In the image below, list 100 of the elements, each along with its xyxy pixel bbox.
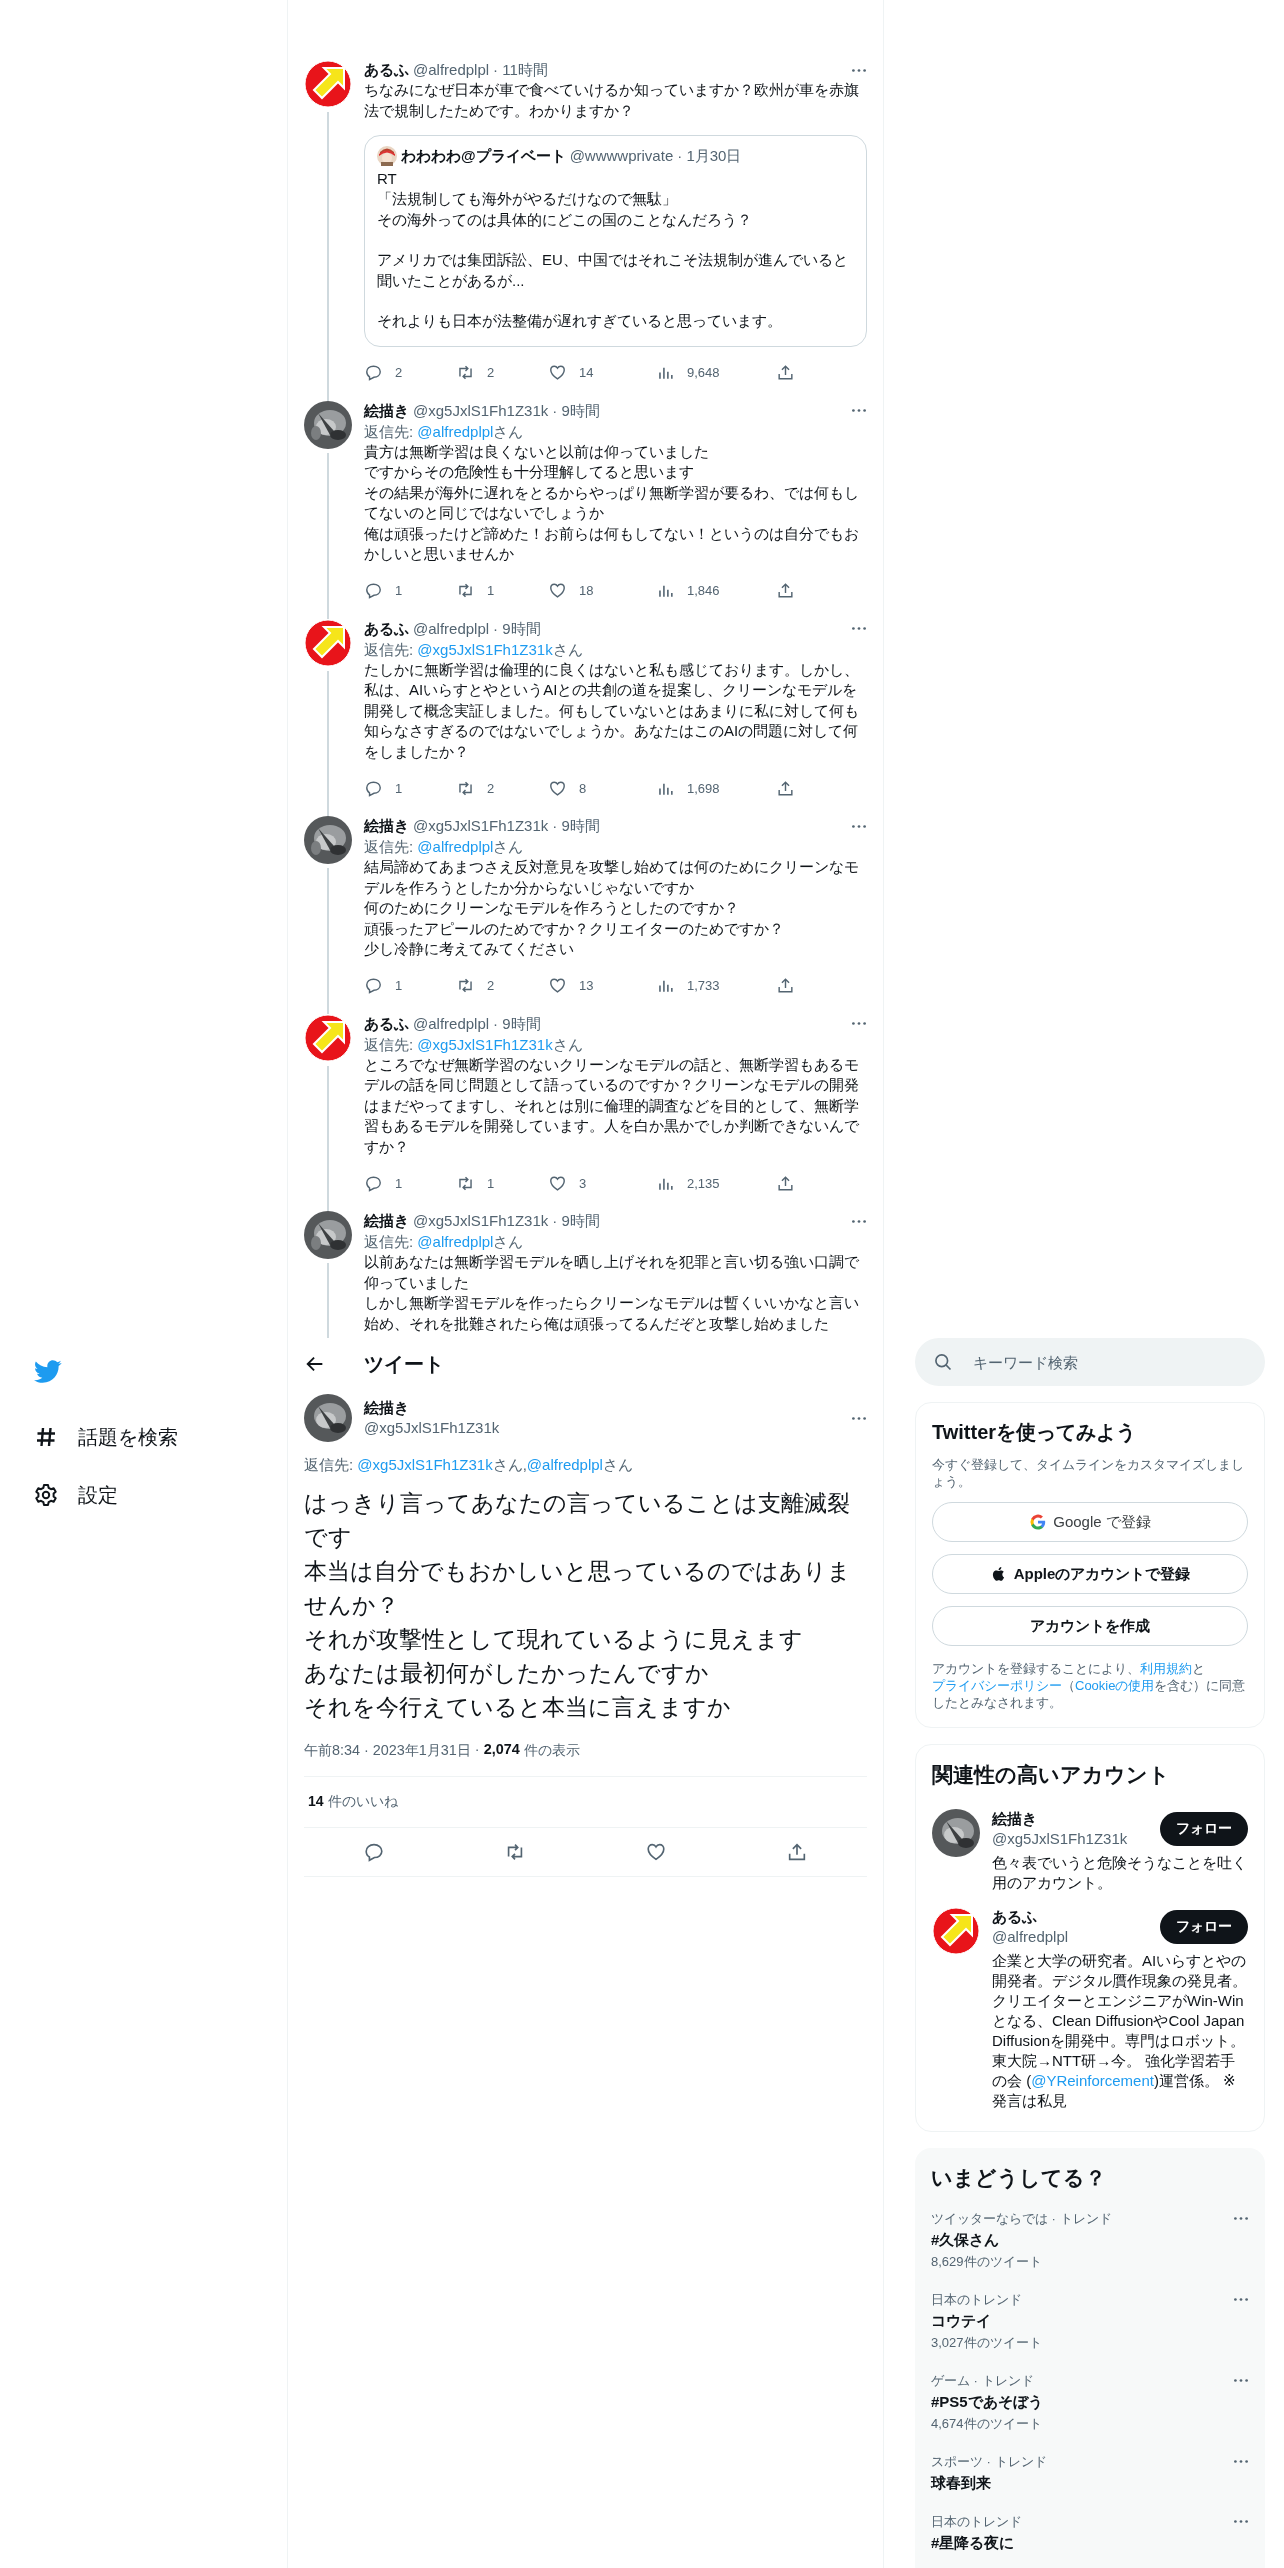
follow-button[interactable]: フォロー xyxy=(1160,1910,1248,1944)
more-icon[interactable] xyxy=(851,1218,867,1224)
heart-icon[interactable] xyxy=(548,778,567,798)
heart-icon[interactable] xyxy=(548,1173,567,1193)
more-icon[interactable] xyxy=(1233,2216,1249,2221)
quoted-tweet[interactable]: わわわわ@プライベート @wwwwprivate · 1月30日 RT 「法規制しても海外がやるだけなので無駄」 その海外ってのは具体的にどこの国のことなんだろう？ アメリカでは集団訴訟、EU、中国ではそれこそ法規制が進んでいると聞いたことがあるが... それよりも日本が法整備が遅れすぎていると思っています。 xyxy=(364,135,867,347)
account-handle[interactable]: @xg5JxlS1Fh1Z31k xyxy=(992,1829,1128,1849)
tweet-text-line: 貴方は無断学習は良くないと以前は仰っていました xyxy=(364,441,710,462)
reply-to-text: 返信先: @alfredplplさん xyxy=(364,421,525,442)
heart-icon[interactable] xyxy=(548,581,567,600)
more-icon[interactable] xyxy=(851,67,867,73)
nav-item[interactable]: 設定 xyxy=(34,1466,118,1524)
tweet-text-line: しかし無断学習モデルを作ったらクリーンなモデルは暫くいいかなと言い始め、それを批難されたら俺は頑張ってるんだぞと攻撃し始めました xyxy=(364,1293,860,1334)
share-icon[interactable] xyxy=(776,363,795,382)
author-name[interactable]: 絵描き xyxy=(364,816,409,836)
more-icon[interactable] xyxy=(1233,2459,1249,2464)
account-handle[interactable]: @alfredplpl xyxy=(992,1927,1069,1947)
author-name[interactable]: 絵描き xyxy=(364,400,409,421)
search-field[interactable]: キーワード検索 xyxy=(915,1338,1265,1386)
more-icon[interactable] xyxy=(851,823,867,829)
tweet-text-line: その結果が海外に遅れをとるからやっぱり無断学習が要るわ、では何もしてないのと同じではないでしょうか xyxy=(364,482,860,523)
tweet-time[interactable]: · 9時間 xyxy=(552,400,600,421)
author-handle[interactable]: @xg5JxlS1Fh1Z31k xyxy=(413,1211,549,1231)
reply-icon[interactable] xyxy=(364,363,383,382)
views-label: 件の表示 xyxy=(523,1741,580,1760)
view-count: 2,135 xyxy=(687,1175,720,1191)
follow-button[interactable]: フォロー xyxy=(1160,1812,1248,1846)
author-handle[interactable]: @xg5JxlS1Fh1Z31k xyxy=(364,1418,500,1438)
more-icon[interactable] xyxy=(851,626,867,631)
trend-name[interactable]: コウテイ xyxy=(931,2312,1042,2331)
author-handle[interactable]: @xg5JxlS1Fh1Z31k xyxy=(413,400,549,421)
heart-icon[interactable] xyxy=(644,1841,667,1863)
nav-item[interactable]: 話題を検索 xyxy=(34,1408,178,1466)
share-icon[interactable] xyxy=(776,976,795,995)
view-count: 1,698 xyxy=(687,780,720,796)
reply-icon[interactable] xyxy=(363,1841,386,1863)
tweet-time[interactable]: · 11時間 xyxy=(493,60,548,80)
reply-icon[interactable] xyxy=(364,976,383,995)
account-name[interactable]: 絵描き xyxy=(992,1809,1128,1829)
author-handle[interactable]: @xg5JxlS1Fh1Z31k xyxy=(413,816,549,836)
more-icon[interactable] xyxy=(1233,2519,1249,2524)
author-name[interactable]: あるふ xyxy=(364,60,409,80)
view-count: 1,733 xyxy=(687,978,720,993)
arrow-avatar-icon[interactable] xyxy=(304,618,352,667)
arrow-avatar-icon[interactable] xyxy=(304,1013,352,1062)
terms-text: アカウントを登録することにより、利用規約 と プライバシーポリシー（Cookieの使用を含む）に同意したとみなされます。 xyxy=(932,1660,1247,1711)
signup-button[interactable]: Appleのアカウントで登録 xyxy=(932,1554,1248,1594)
reply-icon[interactable] xyxy=(364,778,383,798)
reply-count: 1 xyxy=(395,978,403,993)
trend-name[interactable]: #久保さん xyxy=(931,2231,1112,2250)
arrow-avatar-icon[interactable] xyxy=(304,60,352,108)
more-icon[interactable] xyxy=(1233,2378,1249,2383)
like-count[interactable]: 14 xyxy=(308,1793,324,1811)
like-count: 3 xyxy=(579,1175,587,1191)
trend-name[interactable]: 球春到来 xyxy=(931,2474,1047,2493)
settings-icon xyxy=(34,1483,58,1507)
card-title: いまどうしてる？ xyxy=(931,2165,1107,2192)
author-name[interactable]: あるふ xyxy=(364,1013,409,1034)
author-handle[interactable]: @alfredplpl xyxy=(413,60,490,80)
search-icon xyxy=(933,1352,953,1372)
tweet-time[interactable]: · 9時間 xyxy=(552,816,600,836)
author-name[interactable]: あるふ xyxy=(364,618,409,639)
trend-name[interactable]: #PS5であそぼう xyxy=(931,2393,1043,2412)
tweet-time[interactable]: · 9時間 xyxy=(493,618,541,639)
signup-button[interactable]: アカウントを作成 xyxy=(932,1606,1248,1646)
trend-count: 3,027件のツイート xyxy=(931,2334,1042,2352)
tweet-time[interactable]: 午前8:34 xyxy=(304,1741,360,1760)
reply-icon[interactable] xyxy=(364,581,383,600)
tweet-time[interactable]: · 9時間 xyxy=(552,1211,600,1231)
account-name[interactable]: あるふ xyxy=(992,1907,1069,1927)
tweet-time[interactable]: · 9時間 xyxy=(493,1013,541,1034)
trend-name[interactable]: #星降る夜に xyxy=(931,2534,1022,2553)
reply-count: 1 xyxy=(395,780,403,796)
retweet-count: 2 xyxy=(487,978,495,993)
author-name[interactable]: 絵描き xyxy=(364,1398,500,1418)
more-icon[interactable] xyxy=(851,1021,867,1026)
tweet-text-line: はっきり言ってあなたの言っていることは支離滅裂です xyxy=(304,1490,851,1552)
heart-icon[interactable] xyxy=(548,976,567,995)
bird-logo-icon[interactable] xyxy=(34,1360,62,1384)
more-icon[interactable] xyxy=(851,1415,867,1421)
share-icon[interactable] xyxy=(776,1173,795,1193)
share-icon[interactable] xyxy=(776,581,795,600)
more-icon[interactable] xyxy=(851,408,867,413)
arrow-avatar-icon[interactable] xyxy=(932,1907,980,1955)
more-icon[interactable] xyxy=(1233,2297,1249,2302)
author-handle[interactable]: @alfredplpl xyxy=(413,618,490,639)
trend-context: ツイッターならでは · トレンド xyxy=(931,2210,1112,2228)
card-title: 関連性の高いアカウント xyxy=(932,1762,1171,1788)
retweet-icon[interactable] xyxy=(456,581,475,600)
reply-icon[interactable] xyxy=(364,1173,383,1193)
reply-to-text: 返信先: @alfredplplさん xyxy=(364,837,525,857)
heart-icon[interactable] xyxy=(548,363,567,382)
author-handle[interactable]: @alfredplpl xyxy=(413,1013,490,1034)
tweet-date[interactable]: · 2023年1月31日 xyxy=(364,1741,471,1760)
share-icon[interactable] xyxy=(776,778,795,798)
signup-button[interactable]: Google で登録 xyxy=(932,1502,1248,1542)
retweet-icon[interactable] xyxy=(456,363,475,382)
author-name[interactable]: 絵描き xyxy=(364,1211,409,1231)
retweet-icon[interactable] xyxy=(456,976,475,995)
likes-label[interactable]: 件のいいね xyxy=(327,1793,398,1811)
